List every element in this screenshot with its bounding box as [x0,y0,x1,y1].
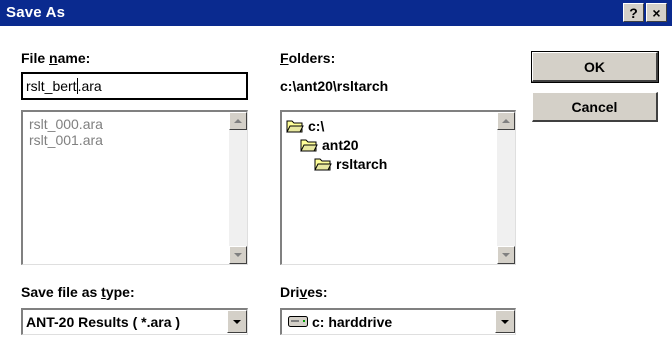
title-bar[interactable]: Save As ? × [0,0,672,26]
hard-drive-icon [288,316,308,327]
open-folder-icon [300,139,318,151]
list-item[interactable]: rslt_001.ara [29,132,103,148]
chevron-down-icon [233,319,241,324]
drives-value: c: harddrive [312,314,393,330]
current-path: c:\ant20\rsltarch [280,78,389,94]
arrow-up-icon [502,119,510,123]
cancel-button[interactable]: Cancel [532,92,658,122]
ok-button[interactable]: OK [531,51,659,83]
list-item[interactable]: rslt_000.ara [29,116,103,132]
arrow-up-icon [234,119,242,123]
close-icon: × [652,4,661,21]
drives-label: Drives: [280,284,328,300]
chevron-down-icon [501,319,509,324]
save-type-select[interactable]: ANT-20 Results ( *.ara ) [21,308,248,335]
close-button[interactable]: × [646,3,667,22]
arrow-down-icon [234,253,242,257]
folders-label: Folders: [280,50,336,66]
save-as-dialog: Save As ? × File name: rslt_bert.ara rsl… [0,0,672,347]
save-type-label: Save file as type: [21,284,135,300]
folder-item-c[interactable]: c:\ [286,118,324,134]
arrow-down-icon [502,253,510,257]
scroll-up-button[interactable] [497,112,515,130]
save-type-value: ANT-20 Results ( *.ara ) [26,314,181,330]
file-name-text-before: rslt_bert [26,78,77,94]
scroll-down-button[interactable] [497,246,515,264]
help-icon: ? [629,4,638,21]
folder-tree[interactable]: c:\ ant20 rsltarch [280,110,516,265]
folder-item-ant20[interactable]: ant20 [300,137,359,153]
file-name-text-after: .ara [77,78,102,94]
open-folder-icon [314,158,332,170]
drives-select[interactable]: c: harddrive [280,308,516,335]
file-name-input[interactable]: rslt_bert.ara [21,72,248,100]
window-title: Save As [6,4,66,21]
file-list-scrollbar[interactable] [229,112,247,264]
scroll-down-button[interactable] [229,246,247,264]
scroll-up-button[interactable] [229,112,247,130]
save-type-dropdown-button[interactable] [227,310,247,333]
file-list[interactable]: rslt_000.ara rslt_001.ara [21,110,248,265]
drives-dropdown-button[interactable] [495,310,515,333]
folder-tree-scrollbar[interactable] [497,112,515,264]
open-folder-icon [286,120,304,132]
file-name-label: File name: [21,50,91,66]
folder-item-rsltarch[interactable]: rsltarch [314,156,387,172]
help-button[interactable]: ? [623,3,644,22]
